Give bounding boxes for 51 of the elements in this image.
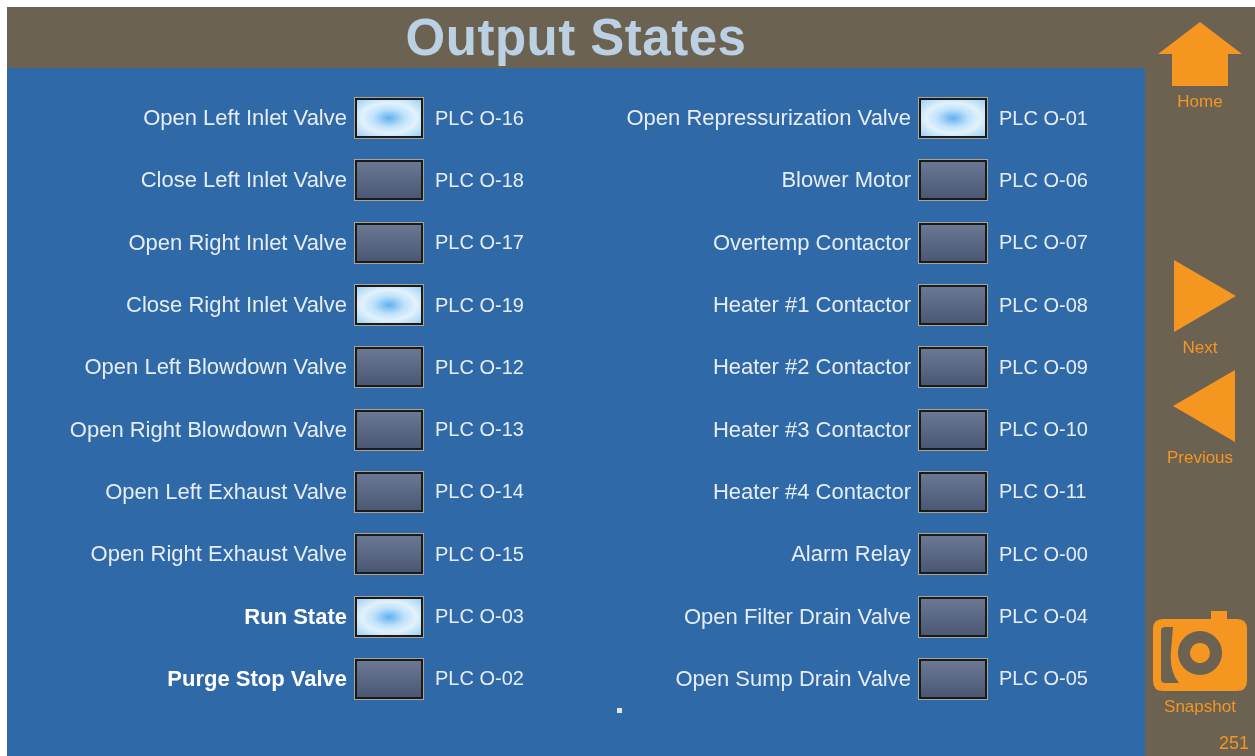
plc-address: PLC O-07	[999, 231, 1088, 255]
output-label: Open Sump Drain Valve	[674, 665, 911, 692]
next-button[interactable]: Next	[1164, 260, 1236, 358]
output-label: Open Filter Drain Valve	[683, 603, 911, 630]
home-icon	[1158, 22, 1242, 86]
output-label: Heater #1 Contactor	[711, 292, 911, 319]
output-label: Alarm Relay	[790, 541, 911, 568]
output-label: Open Left Inlet Valve	[142, 105, 347, 132]
output-label: Open Right Blowdown Valve	[68, 416, 347, 443]
output-label: Close Left Inlet Valve	[139, 167, 347, 194]
output-label: Open Left Blowdown Valve	[83, 354, 347, 381]
dot-mark	[617, 708, 622, 713]
output-label: Open Left Exhaust Valve	[104, 478, 347, 505]
output-label: Open Right Exhaust Valve	[89, 541, 347, 568]
output-label: Blower Motor	[780, 167, 911, 194]
output-label: Close Right Inlet Valve	[125, 292, 347, 319]
camera-icon	[1153, 611, 1247, 691]
plc-address: PLC O-04	[999, 605, 1088, 628]
plc-address: PLC O-18	[435, 168, 524, 192]
plc-address: PLC O-00	[999, 542, 1088, 566]
plc-address: PLC O-09	[999, 355, 1088, 379]
output-label: Heater #2 Contactor	[711, 354, 911, 381]
output-label: Open Repressurization Valve	[625, 105, 911, 132]
snapshot-button[interactable]: Snapshot	[1153, 611, 1247, 717]
screen-title: Output States	[405, 8, 747, 67]
plc-address: PLC O-10	[999, 418, 1088, 442]
plc-address: PLC O-03	[435, 605, 524, 628]
plc-address: PLC O-16	[435, 106, 524, 130]
output-label: Open Right Inlet Valve	[127, 229, 347, 256]
plc-address: PLC O-01	[999, 106, 1088, 130]
plc-address: PLC O-17	[435, 231, 524, 255]
plc-address: PLC O-02	[435, 667, 524, 691]
plc-address: PLC O-08	[999, 293, 1088, 317]
plc-address: PLC O-06	[999, 168, 1088, 192]
plc-address: PLC O-12	[435, 355, 524, 379]
plc-address: PLC O-19	[435, 293, 524, 317]
plc-address: PLC O-11	[999, 480, 1087, 504]
plc-address: PLC O-15	[435, 542, 524, 566]
plc-address: PLC O-05	[999, 667, 1088, 691]
previous-button[interactable]: Previous	[1165, 370, 1235, 468]
plc-address: PLC O-14	[435, 480, 524, 504]
output-label: Heater #3 Contactor	[711, 416, 911, 443]
plc-address: PLC O-13	[435, 418, 524, 442]
output-label: Purge Stop Valve	[166, 665, 347, 692]
output-label: Run State	[243, 603, 347, 630]
home-button[interactable]: Home	[1158, 22, 1242, 112]
back-icon	[1173, 370, 1235, 442]
output-label: Heater #4 Contactor	[711, 478, 911, 505]
screen-number: 251	[1218, 733, 1249, 754]
output-label: Overtemp Contactor	[711, 229, 911, 256]
play-icon	[1174, 260, 1236, 332]
